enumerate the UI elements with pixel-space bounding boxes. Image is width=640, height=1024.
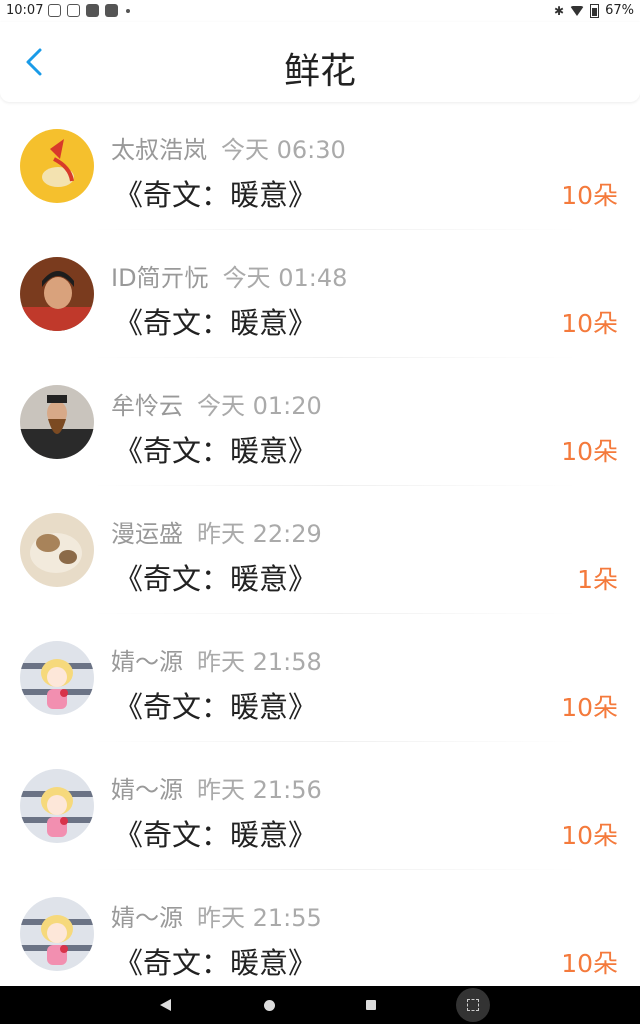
avatar-image: [20, 385, 94, 459]
list-item[interactable]: 太叔浩岚 今天 06:30 《奇文：暖意》 10朵: [0, 102, 640, 230]
sender-name[interactable]: 婧～源: [111, 904, 183, 932]
sender-name[interactable]: 漫运盛: [111, 520, 183, 548]
work-title[interactable]: 《奇文：暖意》: [114, 172, 317, 214]
avatar-image: [20, 641, 94, 715]
avatar[interactable]: [20, 385, 94, 459]
avatar[interactable]: [20, 129, 94, 203]
list-item[interactable]: ID简亓忨 今天 01:48 《奇文：暖意》 10朵: [0, 230, 640, 358]
status-time: 10:07: [6, 3, 44, 18]
home-circle-icon[interactable]: [264, 1000, 275, 1011]
notification-icon: [48, 4, 61, 17]
avatar-image: [20, 769, 94, 843]
work-title[interactable]: 《奇文：暖意》: [114, 556, 317, 598]
sender-line: ID简亓忨 今天 01:48: [111, 258, 347, 293]
send-time: 昨天 21:58: [197, 648, 322, 676]
screenshot-icon[interactable]: [456, 988, 490, 1022]
sender-line: 牟怜云 今天 01:20: [111, 386, 322, 421]
dot-icon: [126, 8, 130, 13]
sender-name[interactable]: 婧～源: [111, 776, 183, 804]
battery-level: 67%: [605, 3, 634, 18]
list-item[interactable]: 婧～源 昨天 21:55 《奇文：暖意》 10朵: [0, 870, 640, 998]
avatar-image: [20, 257, 94, 331]
avatar-image: [20, 897, 94, 971]
flower-count: 10朵: [561, 949, 618, 978]
work-title[interactable]: 《奇文：暖意》: [114, 300, 317, 342]
back-triangle-icon[interactable]: [160, 999, 171, 1011]
avatar[interactable]: [20, 641, 94, 715]
recents-square-icon[interactable]: [366, 1000, 376, 1010]
avatar[interactable]: [20, 257, 94, 331]
sender-name[interactable]: 牟怜云: [111, 392, 183, 420]
sender-name[interactable]: 婧～源: [111, 648, 183, 676]
send-time: 今天 01:20: [197, 392, 322, 420]
list-item[interactable]: 婧～源 昨天 21:58 《奇文：暖意》 10朵: [0, 614, 640, 742]
list-item[interactable]: 婧～源 昨天 21:56 《奇文：暖意》 10朵: [0, 742, 640, 870]
list-item[interactable]: 漫运盛 昨天 22:29 《奇文：暖意》 1朵: [0, 486, 640, 614]
send-time: 昨天 21:56: [197, 776, 322, 804]
system-nav-bar: [0, 986, 640, 1024]
screen: 10:07 ✱ 67% 鲜花 太叔浩岚 今天 06:30 《奇文：暖意》 10朵…: [0, 0, 640, 1024]
status-right-icons: ✱ 67%: [554, 3, 634, 18]
sender-line: 婧～源 昨天 21:56: [111, 770, 322, 805]
send-time: 昨天 21:55: [197, 904, 322, 932]
flower-count: 10朵: [561, 309, 618, 338]
status-bar: 10:07 ✱ 67%: [0, 0, 640, 22]
wifi-icon: [570, 5, 585, 16]
avatar[interactable]: [20, 513, 94, 587]
avatar[interactable]: [20, 897, 94, 971]
list-item[interactable]: 牟怜云 今天 01:20 《奇文：暖意》 10朵: [0, 358, 640, 486]
app-icon: [105, 4, 118, 17]
flower-count: 10朵: [561, 181, 618, 210]
flower-list: 太叔浩岚 今天 06:30 《奇文：暖意》 10朵 ID简亓忨 今天 01:48 《…: [0, 102, 640, 998]
sender-name[interactable]: 太叔浩岚: [111, 136, 207, 164]
sender-name[interactable]: ID简亓忨: [111, 264, 209, 292]
flower-count: 1朵: [577, 565, 618, 594]
work-title[interactable]: 《奇文：暖意》: [114, 428, 317, 470]
status-left-icons: [48, 4, 130, 17]
work-title[interactable]: 《奇文：暖意》: [114, 940, 317, 982]
flower-count: 10朵: [561, 693, 618, 722]
sender-line: 婧～源 昨天 21:55: [111, 898, 322, 933]
sender-line: 婧～源 昨天 21:58: [111, 642, 322, 677]
sender-line: 太叔浩岚 今天 06:30: [111, 130, 346, 165]
header: 鲜花: [0, 22, 640, 102]
page-title: 鲜花: [283, 51, 356, 92]
battery-icon: [590, 3, 600, 18]
flower-count: 10朵: [561, 821, 618, 850]
bluetooth-icon: ✱: [554, 3, 565, 18]
send-time: 今天 01:48: [222, 264, 348, 292]
avatar[interactable]: [20, 769, 94, 843]
work-title[interactable]: 《奇文：暖意》: [114, 812, 317, 854]
send-time: 今天 06:30: [221, 136, 346, 164]
app-icon: [86, 4, 99, 17]
weibo-icon: [67, 4, 80, 17]
flower-count: 10朵: [561, 437, 618, 466]
avatar-image: [20, 129, 94, 203]
sender-line: 漫运盛 昨天 22:29: [111, 514, 322, 549]
send-time: 昨天 22:29: [197, 520, 322, 548]
avatar-image: [20, 513, 94, 587]
work-title[interactable]: 《奇文：暖意》: [114, 684, 317, 726]
